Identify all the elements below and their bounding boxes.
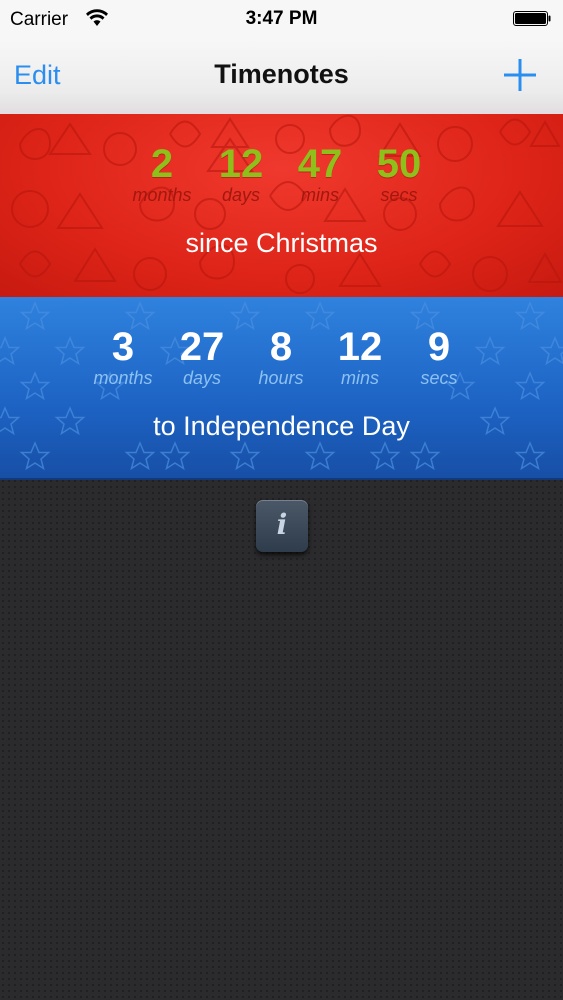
counter-value: 12 [337, 325, 383, 369]
counter-unit: months [93, 368, 153, 388]
counter-value: 50 [376, 142, 422, 186]
counter-value: 27 [179, 325, 225, 369]
counter-unit: months [132, 185, 192, 205]
counter-unit: days [221, 185, 261, 205]
christmas-pattern [11, 114, 563, 294]
counter-days: 27 days [170, 327, 234, 389]
counter-days: 12 days [208, 144, 274, 206]
counter-secs: 9 secs [406, 327, 472, 389]
counter-value: 2 [150, 142, 174, 186]
timenote-caption: to Independence Day [153, 411, 410, 441]
background-texture [0, 478, 563, 1000]
counter-value: 9 [427, 325, 451, 369]
timenote-card-independence-day[interactable]: 3 months 27 days 8 hours 12 mins 9 secs … [0, 297, 563, 480]
counter-unit: secs [380, 185, 418, 205]
counter-mins: 12 mins [326, 327, 394, 389]
counter-unit: mins [300, 185, 339, 205]
status-time: 3:47 PM [245, 8, 318, 29]
counter-value: 3 [111, 325, 135, 369]
counter-value: 8 [269, 325, 293, 369]
counter-hours: 8 hours [247, 327, 315, 389]
info-icon: i [276, 508, 288, 541]
counter-value: 12 [218, 142, 264, 186]
counter-unit: mins [340, 368, 379, 388]
counter-mins: 47 mins [284, 144, 356, 206]
page-title: Timenotes [214, 59, 349, 89]
info-button[interactable]: i [256, 500, 308, 552]
battery-icon [513, 11, 551, 26]
counter-value: 47 [297, 142, 343, 186]
timenote-card-christmas[interactable]: 2 months 12 days 47 mins 50 secs since C… [0, 114, 563, 299]
counter-unit: days [182, 368, 222, 388]
counter-months: 3 months [86, 327, 160, 389]
status-bar: Carrier 3:47 PM [0, 0, 563, 40]
counter-unit: hours [258, 368, 304, 388]
navigation-bar: Edit Timenotes [0, 40, 563, 114]
counter-secs: 50 secs [364, 144, 434, 206]
counter-unit: secs [420, 368, 458, 388]
plus-icon[interactable] [503, 58, 537, 92]
timenote-caption: since Christmas [185, 228, 378, 258]
counter-months: 2 months [125, 144, 199, 206]
